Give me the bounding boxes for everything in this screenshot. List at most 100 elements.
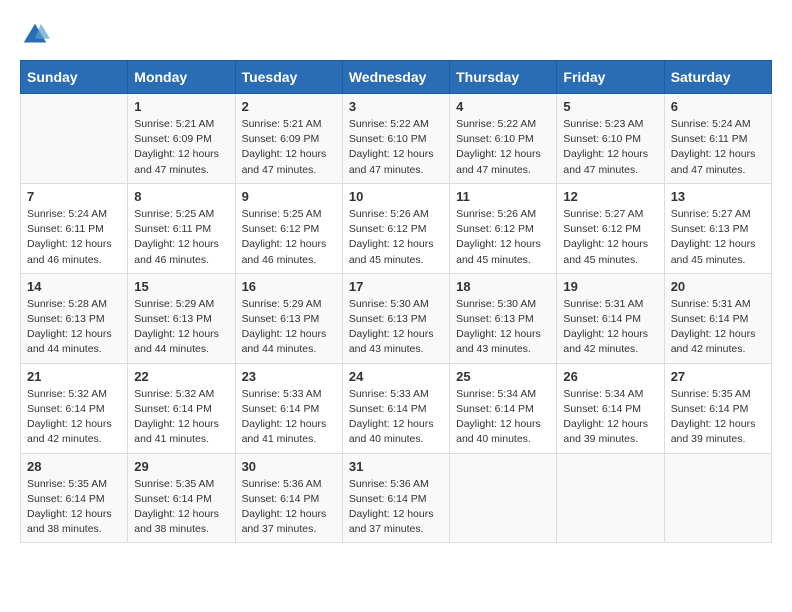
day-info: Sunrise: 5:34 AM Sunset: 6:14 PM Dayligh… xyxy=(456,387,550,448)
day-info: Sunrise: 5:25 AM Sunset: 6:12 PM Dayligh… xyxy=(242,207,336,268)
day-info: Sunrise: 5:36 AM Sunset: 6:14 PM Dayligh… xyxy=(349,477,443,538)
weekday-header-row: SundayMondayTuesdayWednesdayThursdayFrid… xyxy=(21,61,772,94)
day-number: 18 xyxy=(456,279,550,294)
day-cell: 13 Sunrise: 5:27 AM Sunset: 6:13 PM Dayli… xyxy=(664,183,771,273)
day-number: 13 xyxy=(671,189,765,204)
day-number: 31 xyxy=(349,459,443,474)
day-cell: 9 Sunrise: 5:25 AM Sunset: 6:12 PM Daylig… xyxy=(235,183,342,273)
day-info: Sunrise: 5:35 AM Sunset: 6:14 PM Dayligh… xyxy=(671,387,765,448)
logo-icon xyxy=(20,20,50,50)
day-cell: 26 Sunrise: 5:34 AM Sunset: 6:14 PM Dayli… xyxy=(557,363,664,453)
day-cell: 6 Sunrise: 5:24 AM Sunset: 6:11 PM Daylig… xyxy=(664,94,771,184)
day-number: 21 xyxy=(27,369,121,384)
week-row-4: 21 Sunrise: 5:32 AM Sunset: 6:14 PM Dayli… xyxy=(21,363,772,453)
day-info: Sunrise: 5:22 AM Sunset: 6:10 PM Dayligh… xyxy=(349,117,443,178)
day-cell xyxy=(557,453,664,543)
day-number: 19 xyxy=(563,279,657,294)
day-cell: 10 Sunrise: 5:26 AM Sunset: 6:12 PM Dayli… xyxy=(342,183,449,273)
day-info: Sunrise: 5:24 AM Sunset: 6:11 PM Dayligh… xyxy=(671,117,765,178)
weekday-header-wednesday: Wednesday xyxy=(342,61,449,94)
day-number: 30 xyxy=(242,459,336,474)
day-cell: 1Sunrise: 5:21 AM Sunset: 6:09 PM Daylig… xyxy=(128,94,235,184)
day-number: 8 xyxy=(134,189,228,204)
day-number: 27 xyxy=(671,369,765,384)
weekday-header-tuesday: Tuesday xyxy=(235,61,342,94)
day-cell: 4 Sunrise: 5:22 AM Sunset: 6:10 PM Daylig… xyxy=(450,94,557,184)
week-row-3: 14Sunrise: 5:28 AM Sunset: 6:13 PM Dayli… xyxy=(21,273,772,363)
weekday-header-monday: Monday xyxy=(128,61,235,94)
weekday-header-friday: Friday xyxy=(557,61,664,94)
day-number: 6 xyxy=(671,99,765,114)
weekday-header-sunday: Sunday xyxy=(21,61,128,94)
day-cell: 30 Sunrise: 5:36 AM Sunset: 6:14 PM Dayli… xyxy=(235,453,342,543)
day-cell: 3 Sunrise: 5:22 AM Sunset: 6:10 PM Daylig… xyxy=(342,94,449,184)
day-number: 23 xyxy=(242,369,336,384)
day-cell xyxy=(450,453,557,543)
day-info: Sunrise: 5:33 AM Sunset: 6:14 PM Dayligh… xyxy=(349,387,443,448)
day-number: 9 xyxy=(242,189,336,204)
day-number: 7 xyxy=(27,189,121,204)
day-info: Sunrise: 5:36 AM Sunset: 6:14 PM Dayligh… xyxy=(242,477,336,538)
day-number: 16 xyxy=(242,279,336,294)
day-info: Sunrise: 5:23 AM Sunset: 6:10 PM Dayligh… xyxy=(563,117,657,178)
day-info: Sunrise: 5:32 AM Sunset: 6:14 PM Dayligh… xyxy=(27,387,121,448)
week-row-2: 7Sunrise: 5:24 AM Sunset: 6:11 PM Daylig… xyxy=(21,183,772,273)
day-number: 5 xyxy=(563,99,657,114)
day-info: Sunrise: 5:26 AM Sunset: 6:12 PM Dayligh… xyxy=(456,207,550,268)
weekday-header-saturday: Saturday xyxy=(664,61,771,94)
day-cell: 19 Sunrise: 5:31 AM Sunset: 6:14 PM Dayli… xyxy=(557,273,664,363)
day-number: 25 xyxy=(456,369,550,384)
day-info: Sunrise: 5:25 AM Sunset: 6:11 PM Dayligh… xyxy=(134,207,228,268)
week-row-1: 1Sunrise: 5:21 AM Sunset: 6:09 PM Daylig… xyxy=(21,94,772,184)
day-number: 20 xyxy=(671,279,765,294)
day-info: Sunrise: 5:35 AM Sunset: 6:14 PM Dayligh… xyxy=(27,477,121,538)
day-cell: 28 Sunrise: 5:35 AM Sunset: 6:14 PM Dayli… xyxy=(21,453,128,543)
day-cell: 15 Sunrise: 5:29 AM Sunset: 6:13 PM Dayli… xyxy=(128,273,235,363)
day-cell: 16 Sunrise: 5:29 AM Sunset: 6:13 PM Dayli… xyxy=(235,273,342,363)
logo xyxy=(20,20,54,50)
day-info: Sunrise: 5:27 AM Sunset: 6:12 PM Dayligh… xyxy=(563,207,657,268)
day-cell: 24 Sunrise: 5:33 AM Sunset: 6:14 PM Dayli… xyxy=(342,363,449,453)
weekday-header-thursday: Thursday xyxy=(450,61,557,94)
day-number: 10 xyxy=(349,189,443,204)
day-info: Sunrise: 5:30 AM Sunset: 6:13 PM Dayligh… xyxy=(349,297,443,358)
day-info: Sunrise: 5:27 AM Sunset: 6:13 PM Dayligh… xyxy=(671,207,765,268)
day-info: Sunrise: 5:31 AM Sunset: 6:14 PM Dayligh… xyxy=(671,297,765,358)
day-info: Sunrise: 5:33 AM Sunset: 6:14 PM Dayligh… xyxy=(242,387,336,448)
day-cell: 7Sunrise: 5:24 AM Sunset: 6:11 PM Daylig… xyxy=(21,183,128,273)
day-cell: 21 Sunrise: 5:32 AM Sunset: 6:14 PM Dayli… xyxy=(21,363,128,453)
day-number: 4 xyxy=(456,99,550,114)
day-number: 22 xyxy=(134,369,228,384)
day-info: Sunrise: 5:34 AM Sunset: 6:14 PM Dayligh… xyxy=(563,387,657,448)
day-number: 2 xyxy=(242,99,336,114)
day-number: 17 xyxy=(349,279,443,294)
week-row-5: 28 Sunrise: 5:35 AM Sunset: 6:14 PM Dayli… xyxy=(21,453,772,543)
day-info: Sunrise: 5:21 AM Sunset: 6:09 PM Dayligh… xyxy=(134,117,228,178)
day-info: Sunrise: 5:28 AM Sunset: 6:13 PM Dayligh… xyxy=(27,297,121,358)
day-number: 29 xyxy=(134,459,228,474)
day-info: Sunrise: 5:30 AM Sunset: 6:13 PM Dayligh… xyxy=(456,297,550,358)
day-number: 3 xyxy=(349,99,443,114)
day-info: Sunrise: 5:29 AM Sunset: 6:13 PM Dayligh… xyxy=(242,297,336,358)
day-number: 28 xyxy=(27,459,121,474)
page-header xyxy=(20,20,772,50)
day-cell: 11Sunrise: 5:26 AM Sunset: 6:12 PM Dayli… xyxy=(450,183,557,273)
day-cell: 12 Sunrise: 5:27 AM Sunset: 6:12 PM Dayli… xyxy=(557,183,664,273)
day-cell xyxy=(21,94,128,184)
day-cell: 27 Sunrise: 5:35 AM Sunset: 6:14 PM Dayli… xyxy=(664,363,771,453)
calendar-table: SundayMondayTuesdayWednesdayThursdayFrid… xyxy=(20,60,772,543)
day-info: Sunrise: 5:22 AM Sunset: 6:10 PM Dayligh… xyxy=(456,117,550,178)
day-cell xyxy=(664,453,771,543)
day-info: Sunrise: 5:21 AM Sunset: 6:09 PM Dayligh… xyxy=(242,117,336,178)
day-cell: 20 Sunrise: 5:31 AM Sunset: 6:14 PM Dayli… xyxy=(664,273,771,363)
day-number: 24 xyxy=(349,369,443,384)
day-cell: 17 Sunrise: 5:30 AM Sunset: 6:13 PM Dayli… xyxy=(342,273,449,363)
day-cell: 23 Sunrise: 5:33 AM Sunset: 6:14 PM Dayli… xyxy=(235,363,342,453)
day-number: 12 xyxy=(563,189,657,204)
day-info: Sunrise: 5:26 AM Sunset: 6:12 PM Dayligh… xyxy=(349,207,443,268)
day-info: Sunrise: 5:31 AM Sunset: 6:14 PM Dayligh… xyxy=(563,297,657,358)
day-number: 26 xyxy=(563,369,657,384)
day-info: Sunrise: 5:29 AM Sunset: 6:13 PM Dayligh… xyxy=(134,297,228,358)
day-number: 15 xyxy=(134,279,228,294)
day-cell: 29Sunrise: 5:35 AM Sunset: 6:14 PM Dayli… xyxy=(128,453,235,543)
